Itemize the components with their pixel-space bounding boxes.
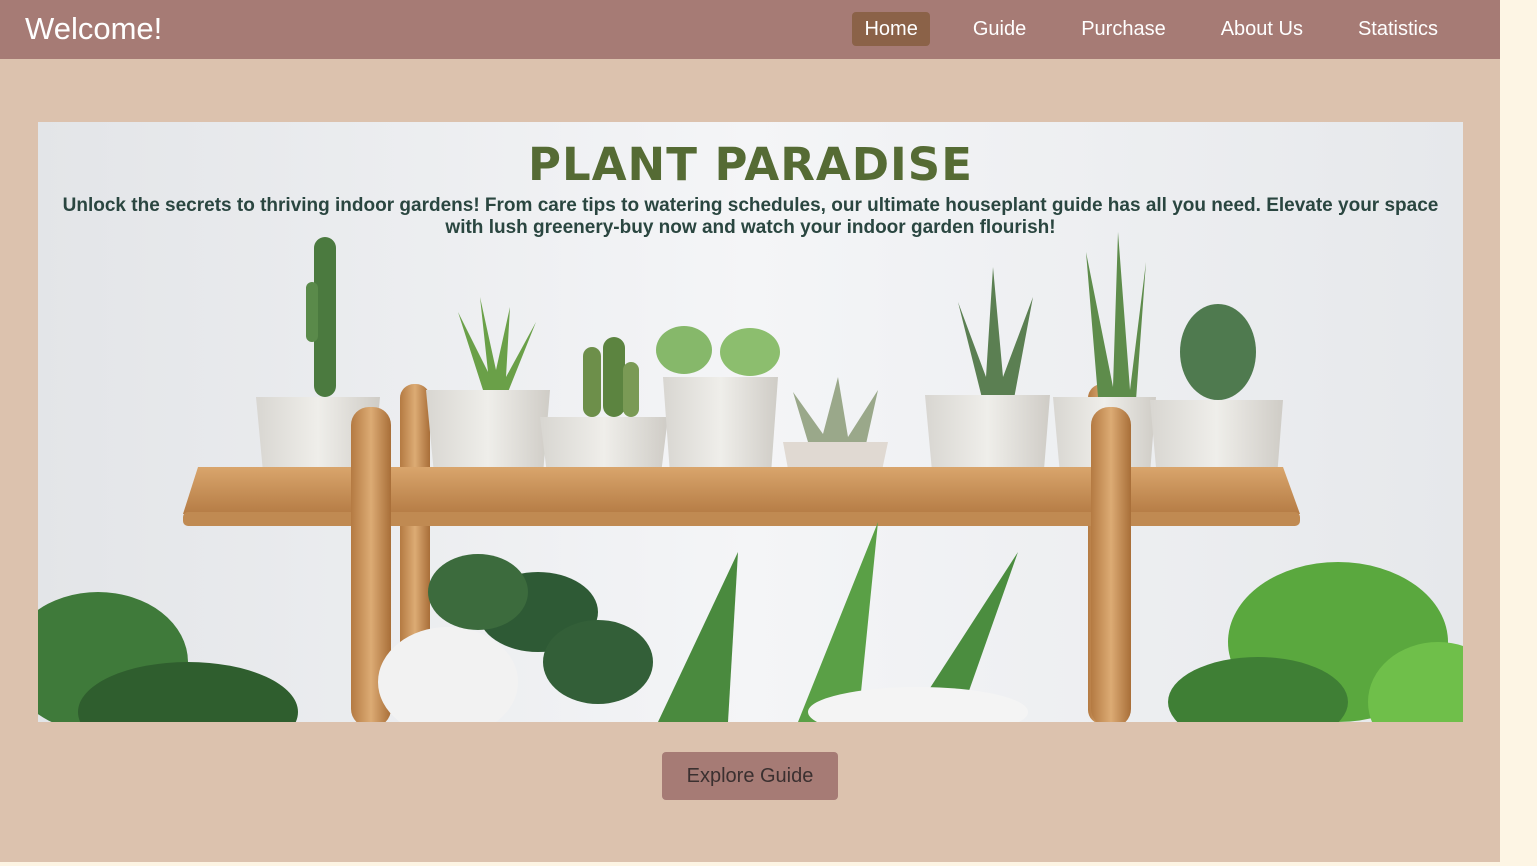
nav-statistics[interactable]: Statistics bbox=[1346, 12, 1450, 46]
brand-title: Welcome! bbox=[25, 11, 163, 46]
hero-banner: PLANT PARADISE Unlock the secrets to thr… bbox=[38, 122, 1463, 722]
navbar: Welcome! Home Guide Purchase About Us St… bbox=[0, 0, 1500, 59]
nav-about-us[interactable]: About Us bbox=[1209, 12, 1315, 46]
hero-description: Unlock the secrets to thriving indoor ga… bbox=[62, 195, 1439, 238]
explore-guide-button[interactable]: Explore Guide bbox=[662, 752, 838, 800]
hero-title: PLANT PARADISE bbox=[528, 138, 973, 191]
page-body: Welcome! Home Guide Purchase About Us St… bbox=[0, 0, 1500, 862]
nav-home[interactable]: Home bbox=[852, 12, 930, 46]
nav-guide[interactable]: Guide bbox=[961, 12, 1038, 46]
nav-menu: Home Guide Purchase About Us Statistics bbox=[821, 12, 1450, 46]
nav-purchase[interactable]: Purchase bbox=[1069, 12, 1178, 46]
